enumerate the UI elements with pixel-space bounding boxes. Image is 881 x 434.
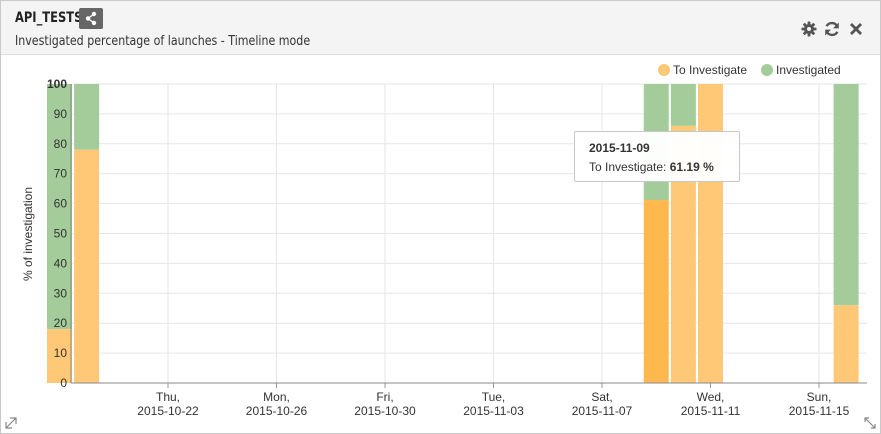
legend: To Investigate Investigated xyxy=(658,63,841,77)
close-icon xyxy=(850,23,862,35)
x-tick-label-date: 2015-10-22 xyxy=(137,404,199,418)
y-tick-label: 10 xyxy=(54,346,68,360)
tooltip-date: 2015-11-09 xyxy=(589,141,650,155)
tooltip-label: To Investigate: xyxy=(589,160,667,174)
grid-layer xyxy=(71,83,867,384)
legend-label: Investigated xyxy=(776,63,841,77)
y-tick-label: 60 xyxy=(54,197,68,211)
resize-handle-right[interactable] xyxy=(864,417,876,429)
x-tick-label-date: 2015-11-15 xyxy=(789,404,850,418)
bar-to-investigate xyxy=(698,84,723,383)
share-button[interactable] xyxy=(79,8,103,29)
y-tick-label: 90 xyxy=(54,107,68,121)
widget-header: API_TESTS Investigated percentage of lau… xyxy=(1,1,880,55)
bar-investigated xyxy=(74,84,100,150)
widget-title: API_TESTS xyxy=(15,10,83,26)
y-tick-label: 70 xyxy=(54,167,68,181)
chart-tooltip: 2015-11-09 To Investigate: 61.19 % xyxy=(574,131,740,182)
x-tick-label-day: Wed, xyxy=(697,390,725,404)
x-tick-label-date: 2015-11-11 xyxy=(681,404,741,418)
bar-to-investigate xyxy=(74,149,100,383)
legend-swatch xyxy=(761,64,773,76)
bar-investigated xyxy=(833,84,859,306)
x-tick-label-day: Thu, xyxy=(156,390,180,404)
y-tick-label: 80 xyxy=(54,137,68,151)
x-tick-label-date: 2015-10-30 xyxy=(354,404,416,418)
widget-panel: API_TESTS Investigated percentage of lau… xyxy=(0,0,881,434)
y-tick-label: 0 xyxy=(60,376,67,390)
x-tick-label-date: 2015-11-07 xyxy=(572,404,633,418)
settings-button[interactable] xyxy=(800,20,818,38)
x-tick-label-day: Tue, xyxy=(482,390,506,404)
resize-handle-left[interactable] xyxy=(5,417,17,429)
y-tick-label: 100 xyxy=(47,77,67,91)
x-tick-label-day: Sat, xyxy=(591,390,612,404)
y-tick-label: 50 xyxy=(54,227,68,241)
y-tick-label: 20 xyxy=(54,316,68,330)
bar-to-investigate xyxy=(833,305,859,383)
legend-swatch xyxy=(658,64,670,76)
legend-label: To Investigate xyxy=(673,63,747,77)
share-icon xyxy=(85,11,97,26)
refresh-icon xyxy=(825,21,839,37)
x-tick-label-date: 2015-11-03 xyxy=(463,404,524,418)
chart: 0 10 20 30 40 50 60 70 80 90 100 Thu,2015-10-22 Mon,… xyxy=(21,63,867,418)
axes-layer: 0 10 20 30 40 50 60 70 80 90 100 Thu,2015-10-22 Mon,… xyxy=(47,77,867,418)
close-button[interactable] xyxy=(847,20,865,38)
x-tick-label-day: Mon, xyxy=(263,390,290,404)
tooltip-value: 61.19 % xyxy=(669,160,714,174)
gear-icon xyxy=(801,21,817,37)
bar-investigated xyxy=(670,84,696,126)
x-tick-label-day: Fri, xyxy=(376,390,393,404)
y-tick-label: 40 xyxy=(54,256,68,270)
x-tick-label-day: Sun, xyxy=(807,390,832,404)
widget-subtitle: Investigated percentage of launches - Ti… xyxy=(15,34,311,49)
refresh-button[interactable] xyxy=(823,20,841,38)
y-tick-label: 30 xyxy=(54,286,68,300)
bar-to-investigate xyxy=(643,200,669,383)
x-tick-label-date: 2015-10-26 xyxy=(246,404,308,418)
y-axis-title: % of investigation xyxy=(21,187,35,281)
